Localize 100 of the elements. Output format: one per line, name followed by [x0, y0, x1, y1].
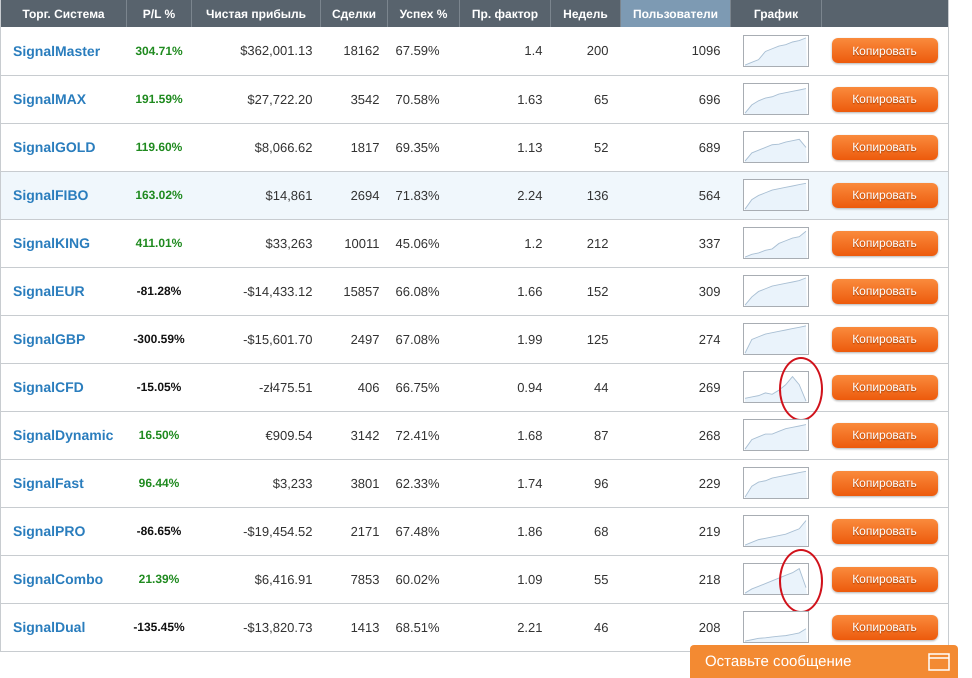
users-value: 309 — [698, 284, 720, 298]
copy-button[interactable]: Копировать — [832, 470, 938, 496]
column-header[interactable]: Чистая прибыль — [192, 0, 320, 27]
pl-value: 163.02% — [135, 188, 183, 202]
system-link[interactable]: SignalMaster — [13, 42, 100, 59]
pl-value: -300.59% — [133, 332, 185, 346]
success-value: 66.75% — [396, 380, 440, 394]
weeks-value: 136 — [586, 188, 608, 202]
factor-value: 1.74 — [517, 476, 542, 490]
copy-button[interactable]: Копировать — [832, 86, 938, 112]
column-header[interactable]: P/L % — [126, 0, 192, 27]
factor-value: 1.09 — [517, 572, 542, 586]
weeks-value: 152 — [586, 284, 608, 298]
system-link[interactable]: SignalDual — [13, 619, 86, 635]
copy-button[interactable]: Копировать — [832, 566, 938, 592]
trades-value: 3801 — [350, 476, 380, 490]
copy-button[interactable]: Копировать — [832, 614, 938, 640]
profit-value: -zł475.51 — [259, 380, 312, 394]
users-value: 564 — [698, 188, 720, 202]
system-link[interactable]: SignalGOLD — [13, 139, 96, 155]
profit-value: $27,722.20 — [247, 92, 312, 106]
users-value: 274 — [698, 332, 720, 346]
copy-button[interactable]: Копировать — [832, 182, 938, 208]
weeks-value: 87 — [594, 428, 608, 442]
users-value: 689 — [698, 140, 720, 154]
system-link[interactable]: SignalFast — [13, 475, 84, 491]
system-link[interactable]: SignalCFD — [13, 379, 84, 395]
success-value: 62.33% — [396, 476, 440, 490]
column-header[interactable]: График — [730, 0, 822, 27]
profit-value: $362,001.13 — [240, 43, 312, 58]
column-header[interactable]: Торг. Система — [0, 0, 126, 27]
factor-value: 1.2 — [524, 236, 542, 250]
pl-value: 96.44% — [138, 476, 180, 490]
pl-value: -15.05% — [136, 380, 182, 394]
copy-button[interactable]: Копировать — [832, 326, 938, 352]
success-value: 69.35% — [396, 140, 440, 154]
users-value: 208 — [698, 620, 720, 634]
system-link[interactable]: SignalFIBO — [13, 187, 88, 203]
users-value: 337 — [698, 236, 720, 250]
pl-value: 411.01% — [136, 236, 182, 250]
system-link[interactable]: SignalPRO — [13, 523, 86, 539]
profit-value: -$15,601.70 — [243, 332, 312, 346]
users-value: 269 — [698, 380, 720, 394]
users-value: 218 — [698, 572, 720, 586]
system-link[interactable]: SignalEUR — [13, 283, 85, 299]
factor-value: 0.94 — [517, 380, 542, 394]
factor-value: 1.63 — [517, 92, 542, 106]
system-link[interactable]: SignalGBP — [13, 331, 86, 347]
weeks-value: 200 — [586, 43, 608, 58]
pl-value: -86.65% — [136, 524, 182, 538]
column-header[interactable]: Успех % — [388, 0, 460, 27]
success-value: 67.08% — [396, 332, 440, 346]
success-value: 71.83% — [396, 188, 440, 202]
profit-value: €909.54 — [266, 428, 312, 442]
profit-value: -$14,433.12 — [243, 284, 312, 298]
copy-button[interactable]: Копировать — [832, 230, 938, 256]
trades-value: 1817 — [350, 140, 380, 154]
copy-button[interactable]: Копировать — [832, 374, 938, 400]
copy-button[interactable]: Копировать — [832, 422, 938, 448]
column-header[interactable]: Пользователи — [620, 0, 730, 27]
column-header[interactable]: Сделки — [320, 0, 388, 27]
trades-value: 2171 — [350, 524, 380, 538]
success-value: 68.51% — [396, 620, 440, 634]
success-value: 66.08% — [396, 284, 440, 298]
trades-value: 3142 — [350, 428, 380, 442]
system-link[interactable]: SignalDynamic — [13, 427, 114, 443]
profit-value: $8,066.62 — [254, 140, 312, 154]
weeks-value: 125 — [586, 332, 608, 346]
users-value: 268 — [698, 428, 720, 442]
copy-button[interactable]: Копировать — [832, 38, 938, 64]
copy-button[interactable]: Копировать — [832, 134, 938, 160]
chat-label: Оставьте сообщение — [705, 653, 852, 670]
copy-button[interactable]: Копировать — [832, 518, 938, 544]
copy-button[interactable]: Копировать — [832, 278, 938, 304]
trades-value: 1413 — [350, 620, 380, 634]
trades-value: 15857 — [343, 284, 380, 298]
success-value: 67.48% — [396, 524, 440, 538]
column-header[interactable]: Пр. фактор — [460, 0, 550, 27]
system-link[interactable]: SignalCombo — [13, 571, 104, 587]
pl-value: 21.39% — [138, 572, 180, 586]
pl-value: 16.50% — [138, 428, 180, 442]
system-link[interactable]: SignalKING — [13, 235, 90, 251]
users-value: 1096 — [692, 43, 720, 58]
pl-value: 119.60% — [136, 140, 182, 154]
factor-value: 1.68 — [517, 428, 542, 442]
factor-value: 1.13 — [517, 140, 542, 154]
trades-value: 18162 — [343, 43, 380, 58]
weeks-value: 46 — [594, 620, 608, 634]
window-icon — [928, 652, 950, 670]
column-header[interactable]: Недель — [550, 0, 620, 27]
success-value: 45.06% — [396, 236, 440, 250]
users-value: 229 — [698, 476, 720, 490]
pl-value: -81.28% — [136, 284, 182, 298]
weeks-value: 68 — [594, 524, 608, 538]
system-link[interactable]: SignalMAX — [13, 91, 86, 107]
trades-value: 3542 — [350, 92, 380, 106]
chat-bar[interactable]: Оставьте сообщение — [690, 645, 958, 678]
factor-value: 1.66 — [517, 284, 542, 298]
success-value: 70.58% — [396, 92, 440, 106]
factor-value: 1.4 — [524, 43, 542, 58]
